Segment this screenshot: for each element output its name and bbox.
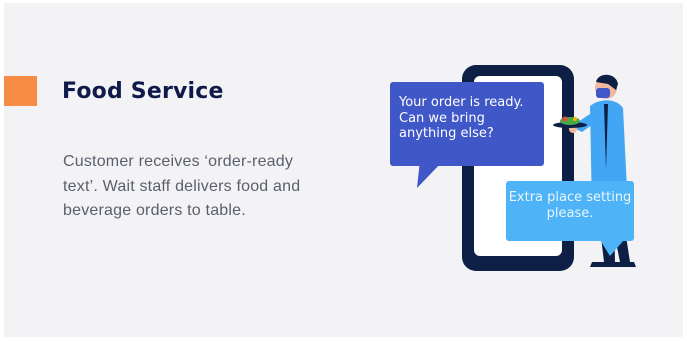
section-description: Customer receives ‘order-ready text’. Wa… [63,153,301,219]
extra-setting-message: Extra place setting please. [508,190,632,221]
accent-square [4,76,37,106]
section-title: Food Service [62,79,224,104]
waiter-phone-illustration [390,65,636,271]
order-ready-message: Your order is ready. Can we bring anythi… [399,95,524,141]
